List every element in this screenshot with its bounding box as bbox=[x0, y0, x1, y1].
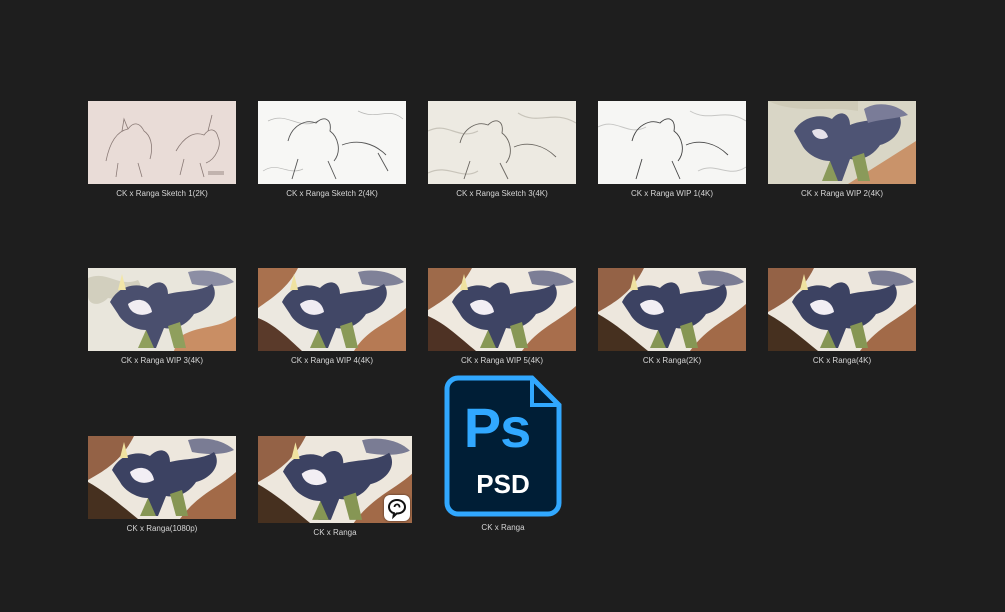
thumbnail-painted bbox=[258, 436, 412, 523]
clip-studio-icon bbox=[384, 495, 410, 521]
file-name: CK x Ranga WIP 2(4K) bbox=[800, 189, 884, 198]
ps-letters: Ps bbox=[463, 396, 532, 459]
file-item[interactable]: CK x Ranga(2K) bbox=[597, 268, 747, 366]
thumbnail-painted bbox=[598, 268, 746, 351]
file-name: CK x Ranga(4K) bbox=[812, 356, 872, 365]
file-item[interactable]: CK x Ranga WIP 5(4K) bbox=[427, 268, 577, 366]
file-item[interactable]: CK x Ranga WIP 2(4K) bbox=[767, 101, 917, 199]
file-name: CK x Ranga WIP 4(4K) bbox=[290, 356, 374, 365]
file-name: CK x Ranga Sketch 1(2K) bbox=[116, 189, 208, 198]
thumbnail-painted bbox=[258, 268, 406, 351]
file-item[interactable]: CK x Ranga WIP 4(4K) bbox=[257, 268, 407, 366]
thumbnail-sketch-cream bbox=[428, 101, 576, 184]
thumbnail-flat-color bbox=[768, 101, 916, 184]
file-item[interactable]: CK x Ranga(1080p) bbox=[87, 436, 237, 534]
thumbnail-painted bbox=[428, 268, 576, 351]
file-name: CK x Ranga WIP 1(4K) bbox=[630, 189, 714, 198]
file-item[interactable]: CK x Ranga Sketch 1(2K) bbox=[87, 101, 237, 199]
file-name: CK x Ranga bbox=[481, 523, 525, 532]
file-item[interactable]: CK x Ranga(4K) bbox=[767, 268, 917, 366]
file-name: CK x Ranga(2K) bbox=[642, 356, 702, 365]
thumbnail-sketch-pink bbox=[88, 101, 236, 184]
file-item[interactable]: CK x Ranga bbox=[258, 436, 412, 538]
file-name: CK x Ranga WIP 5(4K) bbox=[460, 356, 544, 365]
file-grid: CK x Ranga Sketch 1(2K) CK x Ranga Sketc… bbox=[0, 0, 1005, 612]
thumbnail-sketch-white bbox=[258, 101, 406, 184]
thumbnail-painted-light bbox=[88, 268, 236, 351]
file-item[interactable]: CK x Ranga WIP 1(4K) bbox=[597, 101, 747, 199]
psd-label: PSD bbox=[476, 469, 530, 499]
thumbnail-painted bbox=[768, 268, 916, 351]
file-item[interactable]: CK x Ranga Sketch 3(4K) bbox=[427, 101, 577, 199]
file-item[interactable]: CK x Ranga Sketch 2(4K) bbox=[257, 101, 407, 199]
file-name: CK x Ranga Sketch 2(4K) bbox=[286, 189, 378, 198]
file-name: CK x Ranga Sketch 3(4K) bbox=[456, 189, 548, 198]
file-item[interactable]: Ps PSD CK x Ranga bbox=[428, 375, 578, 533]
file-item[interactable]: CK x Ranga WIP 3(4K) bbox=[87, 268, 237, 366]
photoshop-psd-icon: Ps PSD bbox=[444, 375, 562, 517]
thumbnail-sketch-white bbox=[598, 101, 746, 184]
file-name: CK x Ranga bbox=[313, 528, 357, 537]
thumbnail-painted bbox=[88, 436, 236, 519]
file-name: CK x Ranga(1080p) bbox=[126, 524, 198, 533]
file-name: CK x Ranga WIP 3(4K) bbox=[120, 356, 204, 365]
